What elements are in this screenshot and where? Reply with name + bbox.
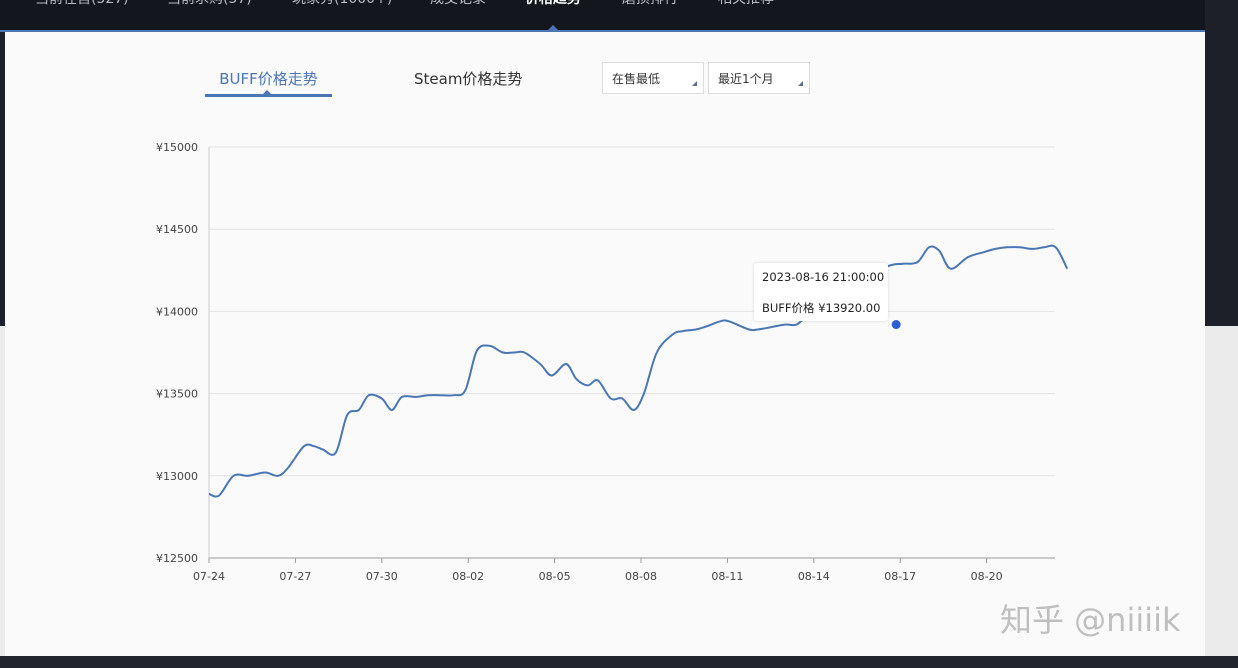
- y-tick-label: ¥15000: [156, 141, 198, 154]
- y-tick-label: ¥14500: [156, 223, 198, 236]
- x-tick-label: 07-30: [366, 570, 398, 583]
- x-tick-label: 08-05: [539, 570, 571, 583]
- tooltip-time: 2023-08-16 21:00:00: [762, 270, 885, 284]
- hover-point-marker: [891, 320, 901, 330]
- y-tick-label: ¥13500: [156, 388, 198, 401]
- price-trend-chart[interactable]: ¥12500 ¥13000 ¥13500 ¥14000 ¥14500 ¥15000 07-2…: [0, 0, 1238, 668]
- x-tick-label: 08-17: [884, 570, 916, 583]
- chart-tooltip: 2023-08-16 21:00:00 BUFF价格 ¥13920.00: [754, 263, 888, 321]
- y-tick-label: ¥13000: [156, 470, 198, 483]
- x-tick-label: 07-24: [193, 570, 225, 583]
- tooltip-price: BUFF价格 ¥13920.00: [762, 301, 881, 315]
- x-tick-label: 08-02: [452, 570, 484, 583]
- x-tick-label: 08-08: [625, 570, 657, 583]
- x-tick-label: 08-11: [711, 570, 743, 583]
- x-tick-label: 08-14: [798, 570, 830, 583]
- zhihu-watermark: 知乎 @niiiik: [1000, 601, 1181, 639]
- y-tick-label: ¥14000: [156, 305, 198, 318]
- series-line-buff-price: [208, 244, 1069, 498]
- footer-bar: [0, 656, 1238, 668]
- x-tick-label: 08-20: [971, 570, 1003, 583]
- x-tick-label: 07-27: [279, 570, 311, 583]
- y-tick-label: ¥12500: [156, 552, 198, 565]
